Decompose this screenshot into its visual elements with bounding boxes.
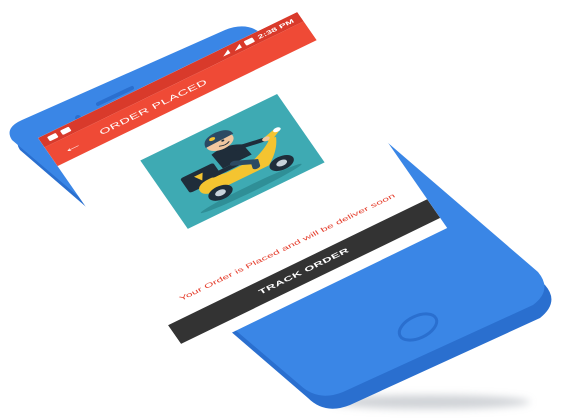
wifi-icon: [232, 43, 242, 52]
back-arrow-icon[interactable]: ←: [59, 137, 85, 157]
stage: 2:38 PM ← ORDER PLACED Your Order is Pla…: [0, 0, 579, 420]
delivery-illustration: [140, 94, 325, 229]
signal-icon: [220, 49, 231, 57]
delivery-scooter-icon: [180, 127, 302, 214]
